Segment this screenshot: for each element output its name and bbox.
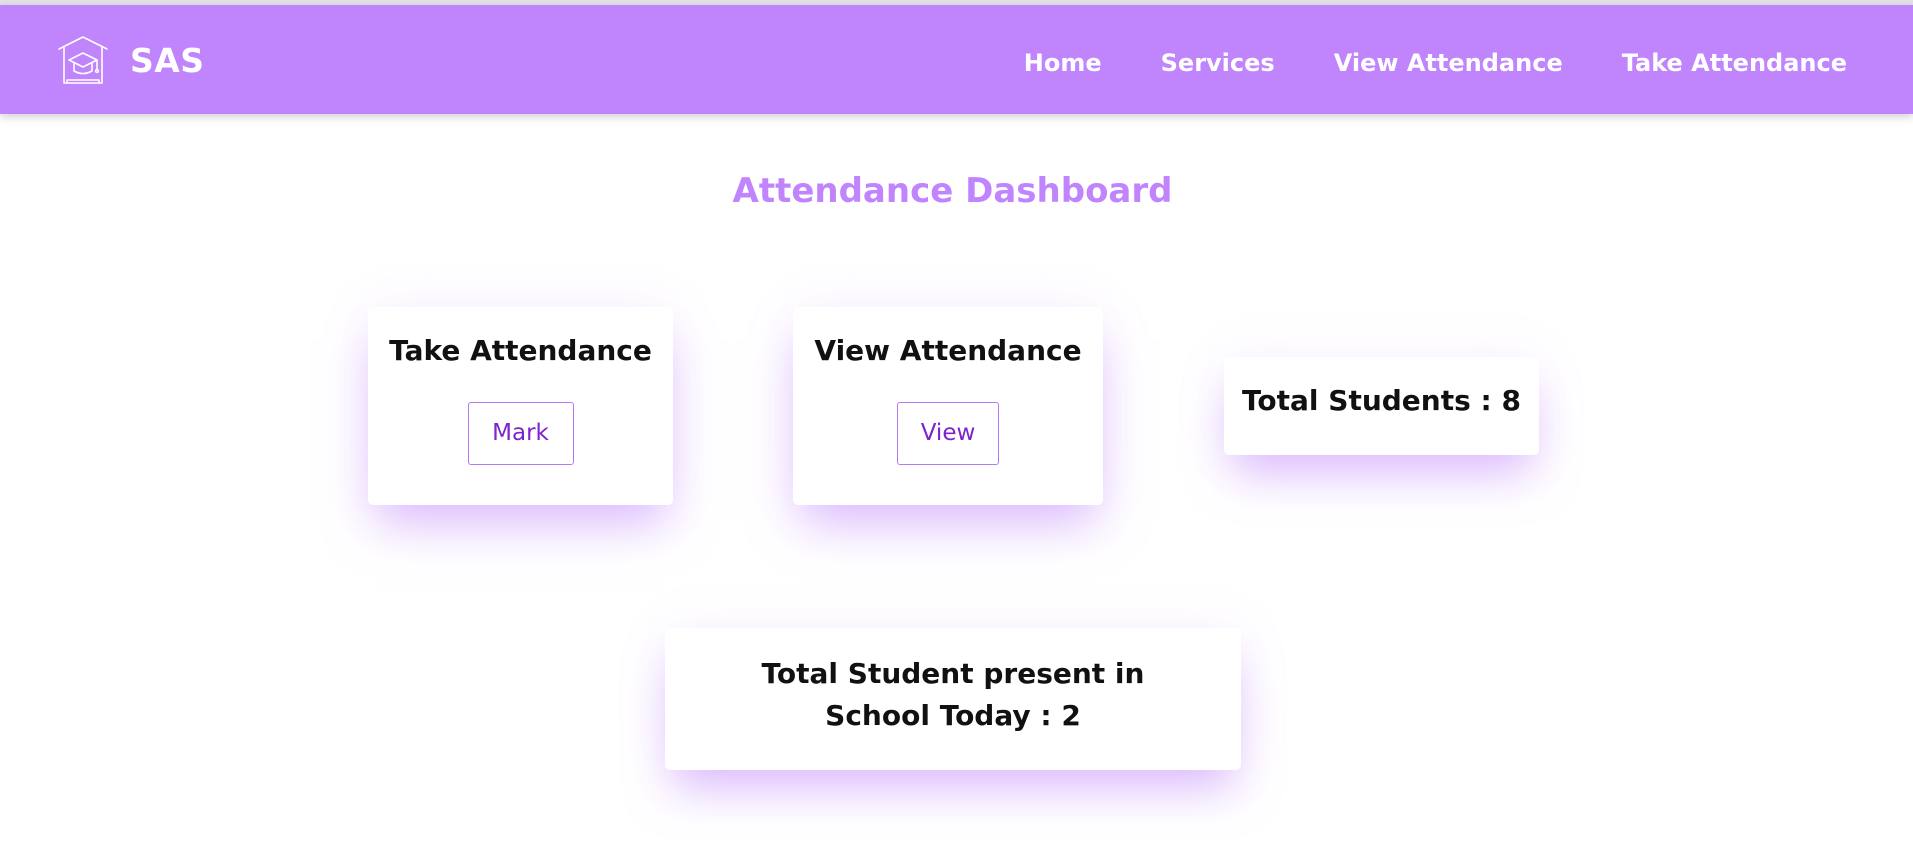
view-button[interactable]: View [897,402,999,465]
nav-services[interactable]: Services [1161,49,1275,77]
school-cap-logo-icon [58,36,108,84]
nav-links: Home Services View Attendance Take Atten… [965,49,1847,77]
view-attendance-card: View Attendance View [793,307,1103,505]
view-attendance-title: View Attendance [814,334,1082,367]
take-attendance-title: Take Attendance [389,334,652,367]
present-today-card: Total Student present in School Today : … [665,628,1241,770]
page-title: Attendance Dashboard [732,171,1173,211]
nav-take-attendance[interactable]: Take Attendance [1622,49,1847,77]
brand-name: SAS [130,40,205,80]
present-today-text: Total Student present in School Today : … [761,657,1145,732]
total-students-card: Total Students : 8 [1224,357,1539,455]
take-attendance-card: Take Attendance Mark [368,307,673,505]
nav-home[interactable]: Home [1024,49,1102,77]
total-students-text: Total Students : 8 [1242,384,1521,417]
navbar: SAS Home Services View Attendance Take A… [0,5,1913,114]
nav-view-attendance[interactable]: View Attendance [1334,49,1563,77]
mark-button[interactable]: Mark [467,402,574,465]
brand[interactable]: SAS [57,34,205,86]
